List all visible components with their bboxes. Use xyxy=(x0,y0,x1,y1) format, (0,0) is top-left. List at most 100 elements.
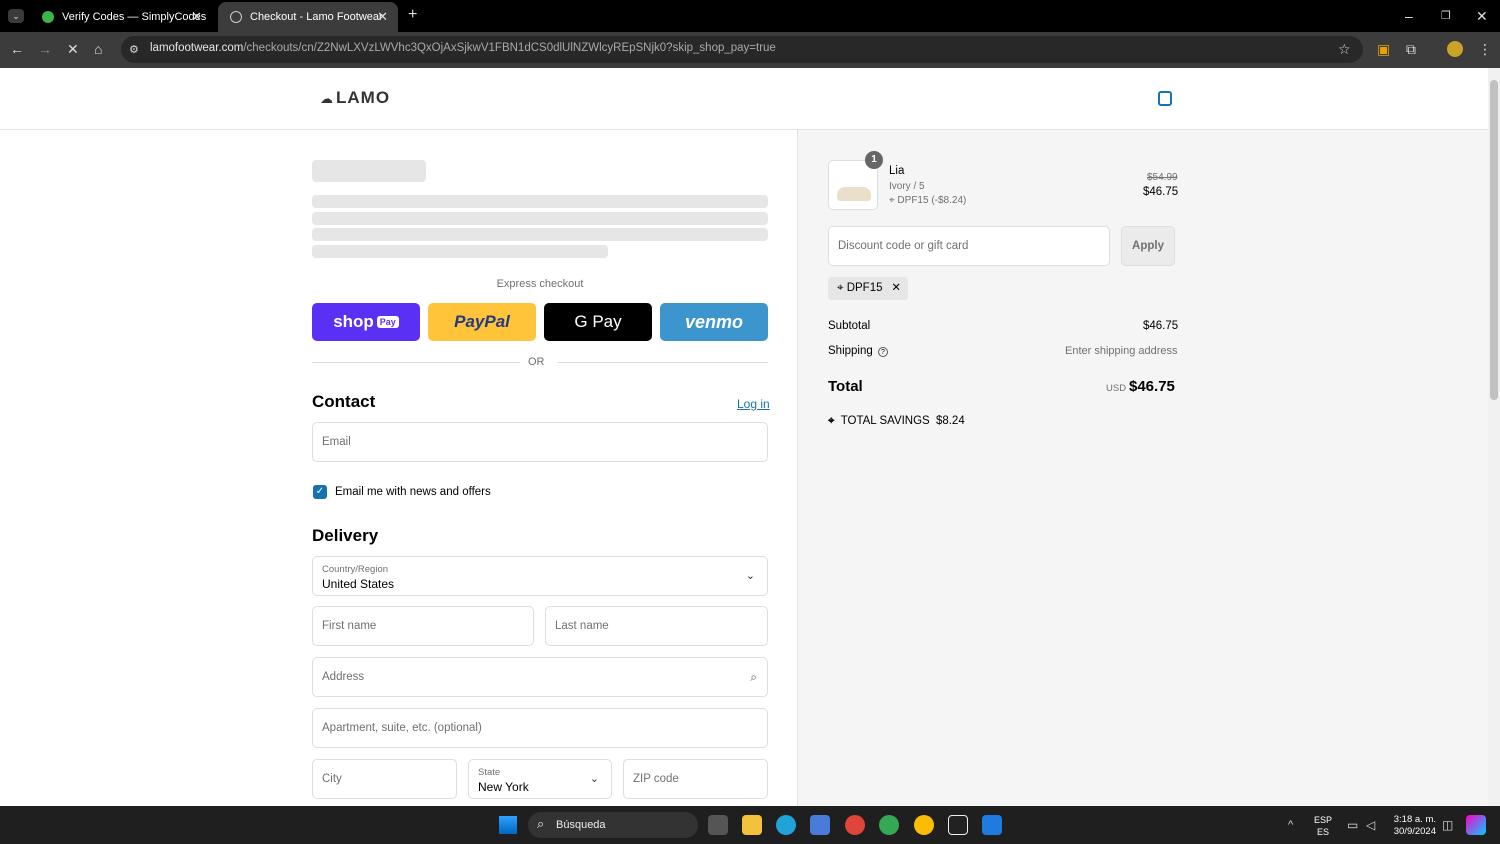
last-name-field[interactable]: Last name xyxy=(545,606,768,646)
paypal-button[interactable]: PayPal xyxy=(428,303,536,341)
newsletter-checkbox[interactable]: ✓ xyxy=(313,485,327,499)
slipper-image xyxy=(837,187,871,201)
tab-title: Verify Codes — SimplyCodes xyxy=(62,11,207,23)
help-circle-icon[interactable]: ? xyxy=(877,347,888,357)
shop-pay-button[interactable]: shop Pay xyxy=(312,303,420,341)
forward-icon[interactable]: → xyxy=(38,42,52,56)
bookmark-star-icon[interactable]: ☆ xyxy=(1338,42,1351,56)
shipping-label-text: Shipping xyxy=(828,345,873,357)
discount-code-field[interactable]: Discount code or gift card xyxy=(828,226,1110,266)
country-label: Country/Region xyxy=(322,564,389,575)
chrome-icon[interactable] xyxy=(879,815,899,835)
tab-list-icon[interactable]: ⌄ xyxy=(8,9,24,23)
profile-avatar[interactable] xyxy=(1447,41,1463,57)
item-price: $46.75 xyxy=(1143,186,1179,198)
lang-secondary: ES xyxy=(1317,827,1330,837)
zip-field[interactable]: ZIP code xyxy=(623,759,768,799)
google-pay-button[interactable]: G Pay xyxy=(544,303,652,341)
subtotal-label: Subtotal xyxy=(828,320,871,332)
apply-label: Apply xyxy=(1132,240,1164,252)
city-placeholder: City xyxy=(322,773,342,785)
clock[interactable]: 3:18 a. m. 30/9/2024 xyxy=(1390,814,1436,838)
tab-verify-codes[interactable]: Verify Codes — SimplyCodes ✕ xyxy=(30,2,212,32)
copilot-icon[interactable] xyxy=(1466,815,1486,835)
checkout-header xyxy=(0,68,1488,130)
extensions-puzzle-icon[interactable]: ⧉ xyxy=(1406,42,1416,56)
close-window-icon[interactable]: ✕ xyxy=(1476,9,1488,23)
pen-app-icon[interactable] xyxy=(948,815,968,835)
windows-start-icon[interactable] xyxy=(499,816,517,834)
store-icon[interactable] xyxy=(810,815,830,835)
email-placeholder: Email xyxy=(322,436,351,448)
discount-placeholder: Discount code or gift card xyxy=(838,240,969,252)
taskbar-search-box[interactable]: ⌕ Búsqueda xyxy=(528,812,698,838)
simplycodes-icon xyxy=(42,11,54,23)
close-tab-icon[interactable]: ✕ xyxy=(377,9,388,25)
remove-code-icon[interactable]: ✕ xyxy=(891,277,901,300)
newsletter-label: Email me with news and offers xyxy=(335,486,491,498)
task-view-icon[interactable] xyxy=(708,815,728,835)
venmo-button[interactable]: venmo xyxy=(660,303,768,341)
scrollbar-thumb[interactable] xyxy=(1490,80,1498,400)
applied-code-chip: ⌖ DPF15 ✕ xyxy=(828,277,908,300)
country-select[interactable]: Country/Region United States ⌄ xyxy=(312,556,768,596)
url-text[interactable]: lamofootwear.com/checkouts/cn/Z2NwLXVzLW… xyxy=(150,42,776,54)
app-m-icon[interactable] xyxy=(982,815,1002,835)
cart-bag-icon[interactable] xyxy=(1158,91,1172,106)
city-field[interactable]: City xyxy=(312,759,457,799)
network-icon[interactable]: ▭ xyxy=(1347,818,1358,832)
restore-icon[interactable]: ❐ xyxy=(1441,9,1451,23)
shipping-label: Shipping ? xyxy=(828,345,888,357)
close-tab-icon[interactable]: ✕ xyxy=(191,9,202,25)
or-separator: OR xyxy=(528,356,545,368)
contact-heading: Contact xyxy=(312,392,376,411)
email-field[interactable]: Email xyxy=(312,422,768,462)
url-domain: lamofootwear.com xyxy=(150,42,244,54)
address-field[interactable]: Address ⌕ xyxy=(312,657,768,697)
state-value: New York xyxy=(478,780,529,794)
lamo-favicon-icon xyxy=(230,11,242,23)
apply-button[interactable]: Apply xyxy=(1121,226,1175,266)
first-name-field[interactable]: First name xyxy=(312,606,534,646)
item-discount-text: DPF15 (-$8.24) xyxy=(897,195,967,206)
last-name-placeholder: Last name xyxy=(555,620,609,632)
site-info-icon[interactable]: ⚙ xyxy=(129,43,139,57)
venmo-text: venmo xyxy=(684,311,744,332)
original-price: $54.99 xyxy=(1147,172,1178,183)
login-link[interactable]: Log in xyxy=(737,397,770,411)
shipping-value: Enter shipping address xyxy=(1065,345,1178,357)
tab-checkout[interactable]: Checkout - Lamo Footwear ✕ xyxy=(218,2,398,32)
stop-loading-icon[interactable]: ✕ xyxy=(67,42,79,56)
divider-left xyxy=(312,362,520,363)
tag-icon: ⌖ xyxy=(828,415,835,427)
total-value: $46.75 xyxy=(1129,378,1175,395)
subtotal-value: $46.75 xyxy=(1143,320,1179,332)
minimize-icon[interactable]: – xyxy=(1405,9,1413,23)
total-savings: ⌖ TOTAL SAVINGS $8.24 xyxy=(828,415,965,428)
clock-date: 30/9/2024 xyxy=(1393,826,1436,837)
notification-icon[interactable]: ◫ xyxy=(1442,818,1453,832)
tag-icon: ⌖ xyxy=(837,282,844,294)
chrome-icon[interactable] xyxy=(845,815,865,835)
chrome-icon[interactable] xyxy=(914,815,934,835)
lamo-logo[interactable]: ☁ LAMO xyxy=(320,88,390,108)
volume-icon[interactable]: ◁ xyxy=(1366,818,1375,832)
total-label: Total xyxy=(828,378,863,395)
shop-pay-text: shop xyxy=(333,312,374,331)
tray-chevron-icon[interactable]: ^ xyxy=(1288,818,1293,832)
logo-glyph-icon: ☁ xyxy=(320,91,334,106)
extension-coupon-icon[interactable]: ▣ xyxy=(1377,42,1390,56)
apartment-field[interactable]: Apartment, suite, etc. (optional) xyxy=(312,708,768,748)
new-tab-icon[interactable]: + xyxy=(408,7,417,23)
edge-icon[interactable] xyxy=(776,815,796,835)
clock-time: 3:18 a. m. xyxy=(1393,814,1436,825)
file-explorer-icon[interactable] xyxy=(742,815,762,835)
search-icon: ⌕ xyxy=(537,816,545,831)
lang-primary: ESP xyxy=(1314,815,1333,825)
menu-kebab-icon[interactable]: ⋮ xyxy=(1478,42,1492,56)
state-select[interactable]: State New York ⌄ xyxy=(468,759,612,799)
language-indicator[interactable]: ESP ES xyxy=(1314,814,1332,838)
back-icon[interactable]: ← xyxy=(10,42,24,56)
address-placeholder: Address xyxy=(322,671,365,683)
home-icon[interactable]: ⌂ xyxy=(94,42,102,56)
